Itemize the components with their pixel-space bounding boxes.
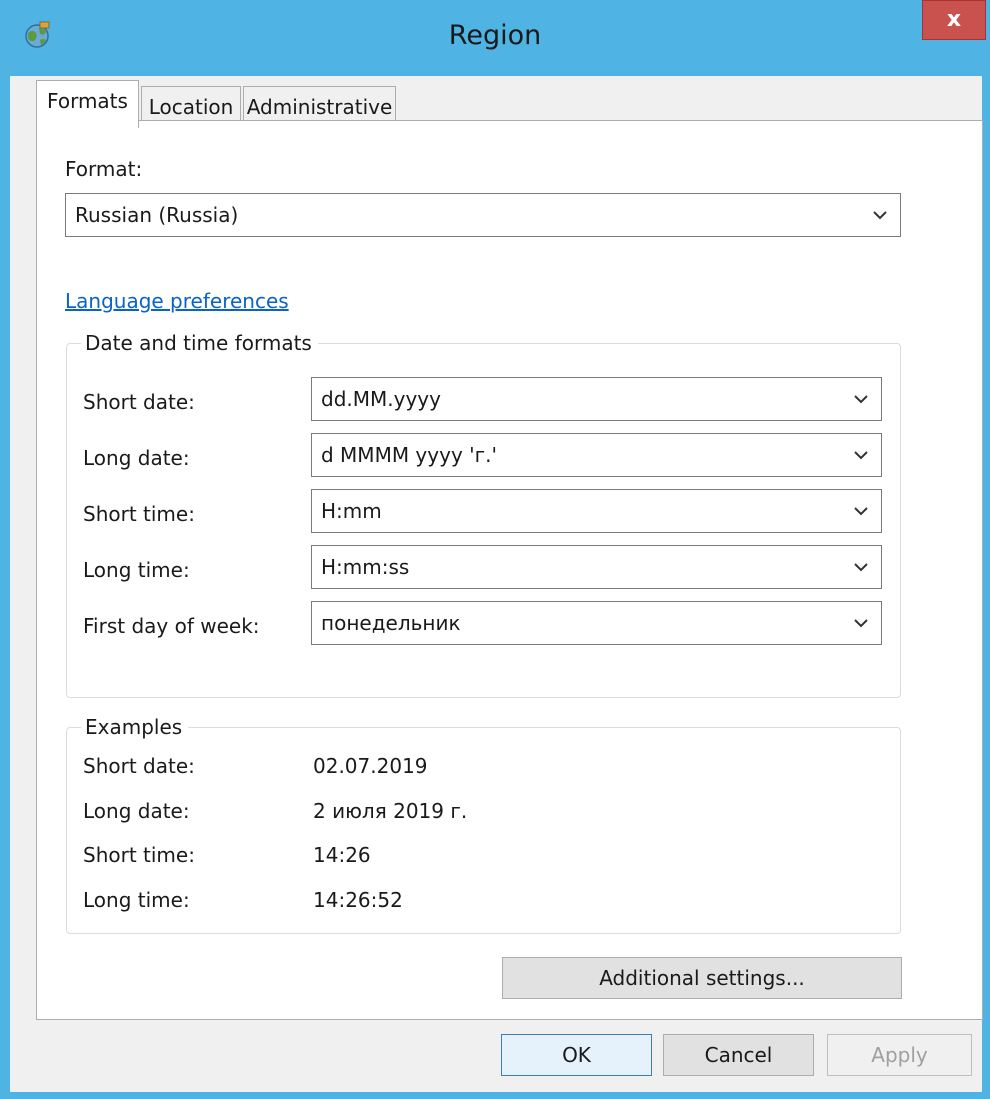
first-day-of-week-dropdown[interactable]: понедельник [311,601,882,645]
long-date-label: Long date: [83,446,190,470]
short-time-value: H:mm [321,499,382,523]
chevron-down-icon [854,507,868,516]
example-short-time-value: 14:26 [313,843,371,867]
region-dialog: Region x Formats Location Administrative… [0,0,990,1099]
example-short-time-label: Short time: [83,843,195,867]
example-long-date-label: Long date: [83,799,190,823]
format-label: Format: [65,157,143,181]
short-date-value: dd.MM.yyyy [321,387,441,411]
format-dropdown-value: Russian (Russia) [75,203,239,227]
close-icon: x [946,7,962,32]
chevron-down-icon [873,211,887,220]
chevron-down-icon [854,563,868,572]
tab-location-label: Location [148,95,234,119]
long-time-value: H:mm:ss [321,555,410,579]
dialog-client-area: Formats Location Administrative Format: … [10,76,983,1092]
ok-button[interactable]: OK [501,1034,652,1076]
tab-formats-label: Formats [47,89,128,113]
long-time-label: Long time: [83,558,190,582]
title-bar[interactable]: Region x [0,0,990,76]
chevron-down-icon [854,451,868,460]
example-long-time-label: Long time: [83,888,190,912]
long-time-dropdown[interactable]: H:mm:ss [311,545,882,589]
short-time-label: Short time: [83,502,195,526]
tab-administrative-label: Administrative [246,95,393,119]
cancel-button[interactable]: Cancel [663,1034,814,1076]
formats-panel: Format: Russian (Russia) Language prefer… [36,120,983,1020]
chevron-down-icon [854,619,868,628]
close-button[interactable]: x [922,0,986,40]
language-preferences-link[interactable]: Language preferences [65,289,289,313]
date-time-formats-title: Date and time formats [81,331,318,355]
short-date-label: Short date: [83,390,195,414]
example-short-date-value: 02.07.2019 [313,754,428,778]
format-dropdown[interactable]: Russian (Russia) [65,193,901,237]
short-time-dropdown[interactable]: H:mm [311,489,882,533]
additional-settings-button[interactable]: Additional settings... [502,957,902,999]
window-title: Region [448,20,542,51]
example-long-date-value: 2 июля 2019 г. [313,799,468,823]
apply-button[interactable]: Apply [827,1034,972,1076]
long-date-value: d MMMM yyyy 'г.' [321,443,497,467]
first-day-of-week-value: понедельник [321,611,461,635]
first-day-of-week-label: First day of week: [83,614,260,638]
tab-formats[interactable]: Formats [36,80,139,128]
example-long-time-value: 14:26:52 [313,888,403,912]
chevron-down-icon [854,395,868,404]
example-short-date-label: Short date: [83,754,195,778]
examples-title: Examples [81,715,189,739]
short-date-dropdown[interactable]: dd.MM.yyyy [311,377,882,421]
long-date-dropdown[interactable]: d MMMM yyyy 'г.' [311,433,882,477]
